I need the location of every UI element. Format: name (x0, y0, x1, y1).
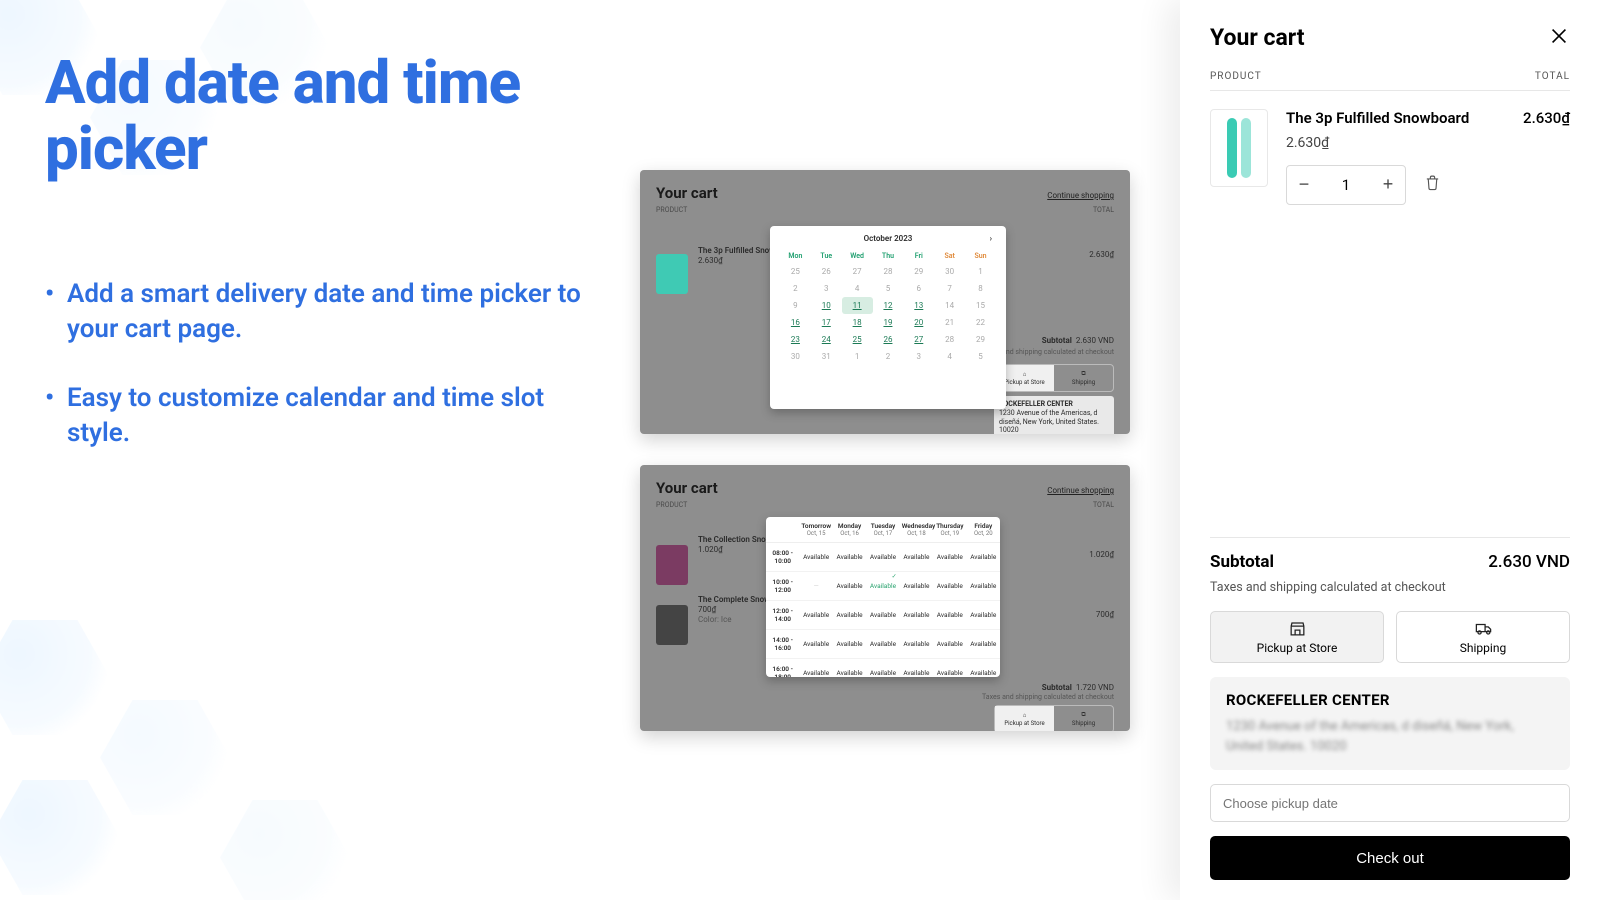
pickup-location-box: ROCKEFELLER CENTER 1230 Avenue of the Am… (1210, 677, 1570, 770)
timeslot-grid[interactable]: TomorrowOct, 15MondayOct, 16TuesdayOct, … (766, 517, 1000, 677)
timeslot-popover: TomorrowOct, 15MondayOct, 16TuesdayOct, … (766, 517, 1000, 677)
calendar-next-icon[interactable]: › (990, 234, 992, 243)
quantity-stepper[interactable]: − 1 + (1286, 165, 1406, 205)
truck-icon (1474, 619, 1493, 638)
mock-b-continue-link: Continue shopping (1047, 486, 1114, 495)
subtotal-row: Subtotal 2.630 VND (1210, 537, 1570, 572)
product-unit-price: 2.630₫ (1286, 135, 1505, 151)
calendar-month: October 2023 (864, 234, 913, 243)
mock-b-title: Your cart (656, 479, 718, 497)
mock-a-continue-link: Continue shopping (1047, 191, 1114, 200)
promo-bullets: Add a smart delivery date and time picke… (45, 277, 605, 451)
pickup-date-input[interactable] (1210, 784, 1570, 822)
promo-title: Add date and time picker (45, 50, 605, 182)
qty-minus-button[interactable]: − (1287, 166, 1321, 204)
mock-a-method-pill: ⌂Pickup at Store ⧉Shipping (994, 364, 1114, 392)
cart-columns: PRODUCT TOTAL (1210, 71, 1570, 91)
promo-column: Add date and time picker Add a smart del… (45, 50, 605, 485)
qty-plus-button[interactable]: + (1371, 166, 1405, 204)
mock-calendar-screenshot: Your cart Continue shopping PRODUCTTOTAL… (640, 170, 1130, 434)
fulfillment-method-row: Pickup at Store Shipping (1210, 611, 1570, 663)
mock-timeslot-screenshot: Your cart Continue shopping PRODUCTTOTAL… (640, 465, 1130, 731)
mock-b-method-pill: ⌂Pickup at Store ⧉Shipping (994, 705, 1114, 731)
mock-a-title: Your cart (656, 184, 718, 202)
product-image (1210, 109, 1268, 187)
close-icon[interactable] (1548, 25, 1570, 51)
tax-note: Taxes and shipping calculated at checkou… (1210, 580, 1570, 595)
cart-title: Your cart (1210, 24, 1305, 51)
calendar-grid[interactable]: MonTueWedThuFriSatSun 252627282930123456… (780, 249, 996, 365)
cart-panel: Your cart PRODUCT TOTAL The 3p Fulfilled… (1180, 0, 1600, 900)
promo-bullet-2: Easy to customize calendar and time slot… (45, 381, 605, 451)
mock-a-store-box: ROCKEFELLER CENTER1230 Avenue of the Ame… (994, 396, 1114, 434)
product-name: The 3p Fulfilled Snowboard (1286, 109, 1505, 129)
checkout-button[interactable]: Check out (1210, 836, 1570, 880)
promo-bullet-1: Add a smart delivery date and time picke… (45, 277, 605, 347)
mock-b-thumb-1 (656, 545, 688, 585)
cart-line: The 3p Fulfilled Snowboard 2.630₫ − 1 + … (1210, 109, 1570, 205)
calendar-popover: October 2023 › MonTueWedThuFriSatSun 252… (770, 226, 1006, 409)
location-name: ROCKEFELLER CENTER (1226, 691, 1554, 709)
line-total: 2.630₫ (1523, 109, 1570, 205)
trash-icon[interactable] (1424, 174, 1441, 195)
mock-b-thumb-2 (656, 605, 688, 645)
mock-a-thumb (656, 254, 688, 294)
subtotal-amount: 2.630 VND (1488, 552, 1570, 572)
location-address: 1230 Avenue of the Americas, d diseñá, N… (1226, 717, 1554, 756)
subtotal-label: Subtotal (1210, 552, 1274, 572)
shipping-button[interactable]: Shipping (1396, 611, 1570, 663)
col-product: PRODUCT (1210, 71, 1262, 82)
qty-value: 1 (1321, 176, 1371, 194)
col-total: TOTAL (1535, 71, 1570, 82)
store-icon (1288, 619, 1307, 638)
pickup-button[interactable]: Pickup at Store (1210, 611, 1384, 663)
